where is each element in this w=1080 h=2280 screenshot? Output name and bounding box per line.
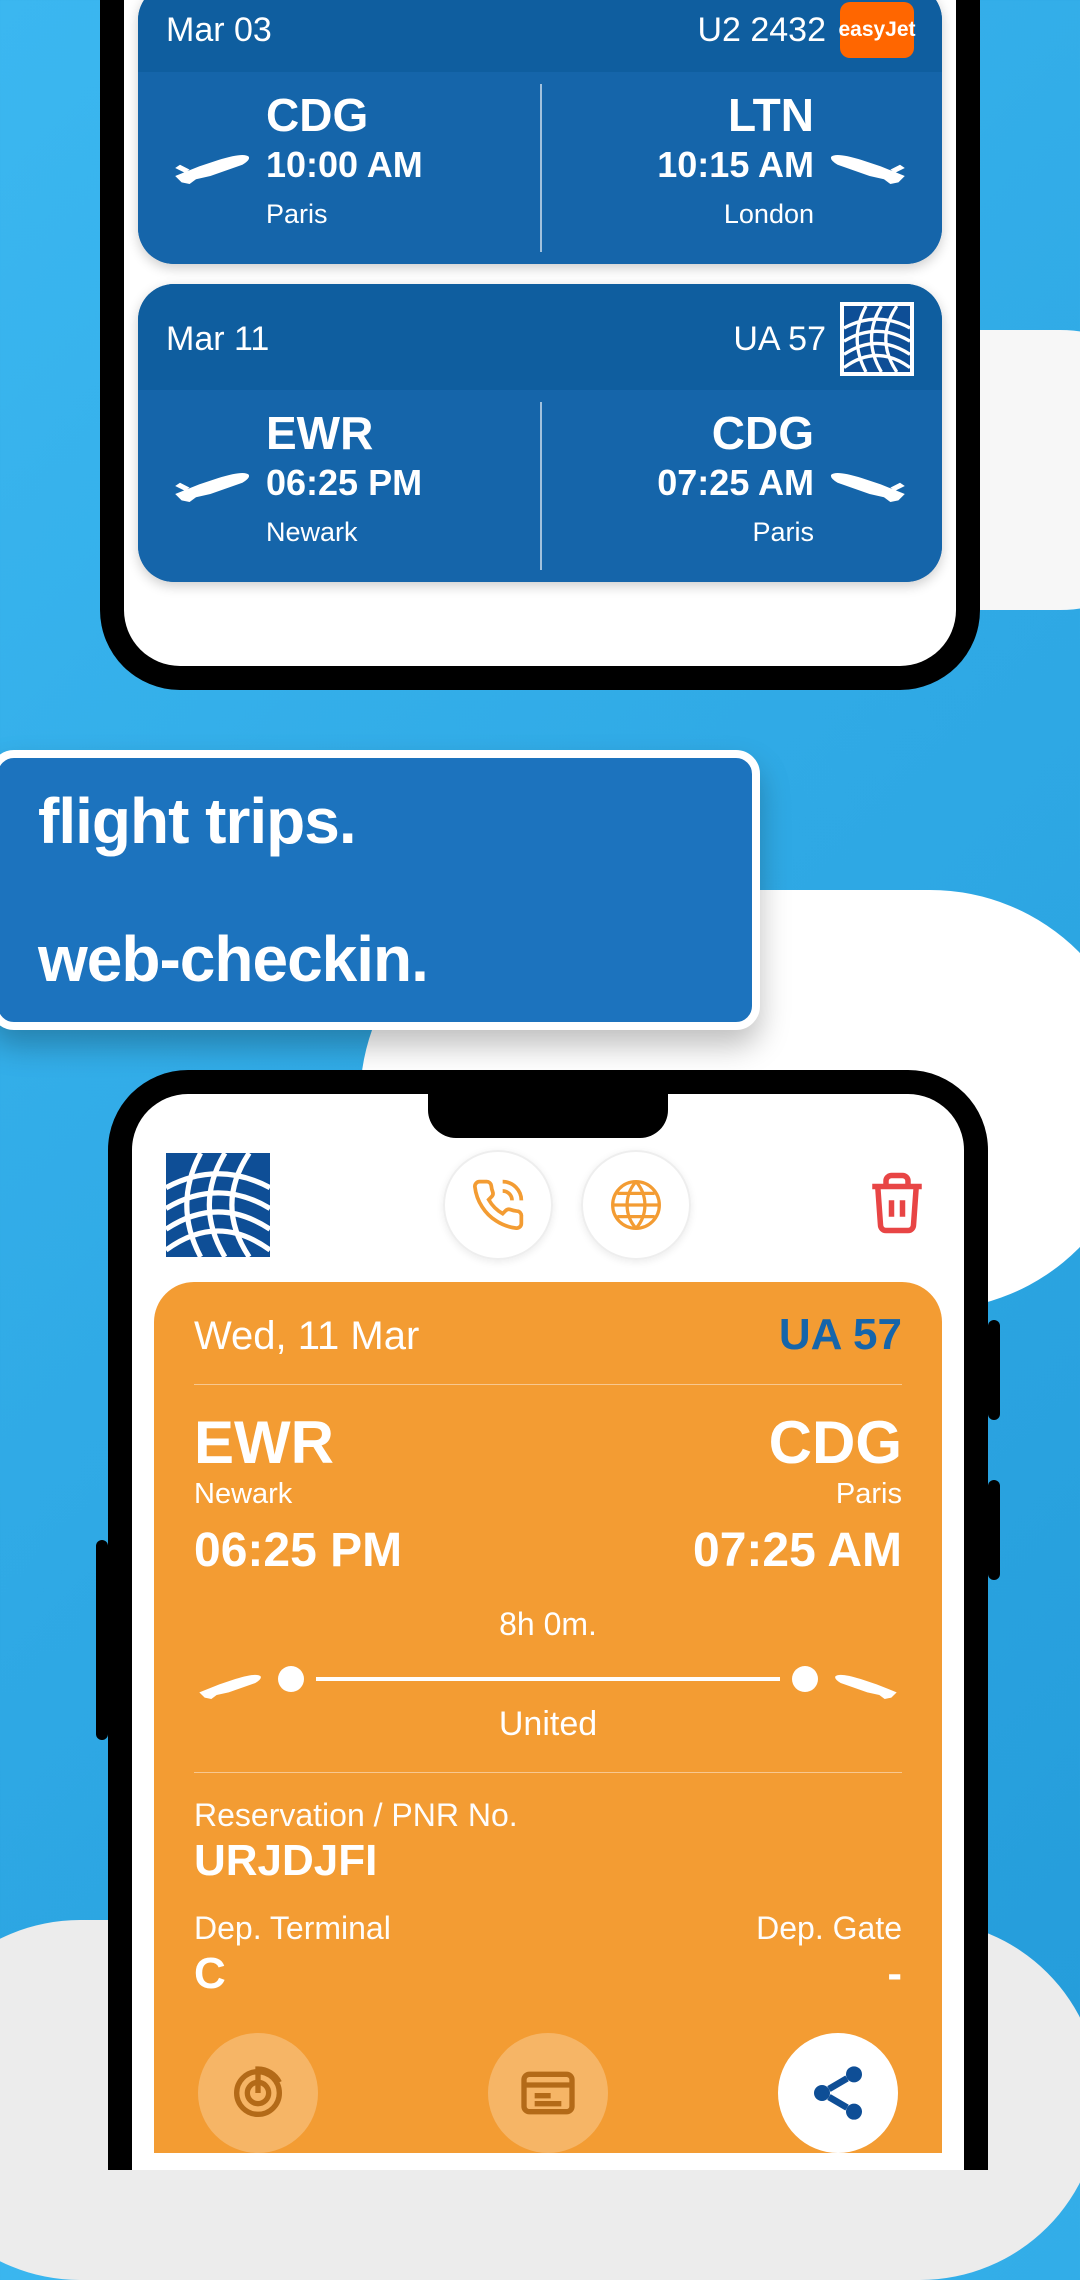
share-icon: [806, 2061, 870, 2125]
promo-line1: flight trips.: [38, 784, 712, 858]
dep-time: 10:00 AM: [266, 141, 423, 190]
radar-icon: [226, 2061, 290, 2125]
flight-list-screen: Mar 03 U2 2432 easyJet CDG 10:00 AM Pari…: [124, 0, 956, 666]
trash-icon: [864, 1166, 930, 1240]
plane-landing-icon: [828, 135, 908, 185]
pnr-label: Reservation / PNR No.: [194, 1797, 902, 1834]
arr-city: Paris: [657, 517, 814, 548]
call-button[interactable]: [443, 1150, 553, 1260]
web-button[interactable]: [581, 1150, 691, 1260]
radar-button[interactable]: [198, 2033, 318, 2153]
arr-code: CDG: [657, 408, 814, 459]
dep-gate-label: Dep. Gate: [756, 1910, 902, 1947]
phone-frame-bottom: Wed, 11 Mar UA 57 EWR Newark 06:25 PM CD…: [108, 1070, 988, 2170]
dep-city: Newark: [266, 517, 422, 548]
share-button[interactable]: [778, 2033, 898, 2153]
united-logo-icon: [166, 1153, 270, 1257]
phone-notch: [428, 1094, 668, 1138]
detail-dep-time: 06:25 PM: [194, 1523, 402, 1578]
plane-landing-icon: [828, 453, 908, 503]
arr-time: 07:25 AM: [657, 459, 814, 508]
boarding-pass-icon: [516, 2061, 580, 2125]
detail-flight-number: UA 57: [779, 1310, 902, 1360]
airline-name: United: [194, 1705, 902, 1773]
globe-icon: [608, 1177, 664, 1233]
detail-dep-city: Newark: [194, 1478, 402, 1511]
dep-gate-value: -: [756, 1949, 902, 1999]
promo-line2: web-checkin.: [38, 922, 712, 996]
detail-dep-code: EWR: [194, 1411, 402, 1474]
flight-detail-card: Wed, 11 Mar UA 57 EWR Newark 06:25 PM CD…: [154, 1282, 942, 2153]
dep-terminal-value: C: [194, 1949, 391, 1999]
flight-number: UA 57: [733, 320, 826, 359]
dep-city: Paris: [266, 199, 423, 230]
phone-frame-top: Mar 03 U2 2432 easyJet CDG 10:00 AM Pari…: [100, 0, 980, 690]
pnr-value: URJDJFI: [194, 1836, 902, 1886]
arr-code: LTN: [657, 90, 814, 141]
flight-detail-screen: Wed, 11 Mar UA 57 EWR Newark 06:25 PM CD…: [132, 1094, 964, 2170]
plane-takeoff-icon: [172, 135, 252, 185]
detail-date: Wed, 11 Mar: [194, 1314, 419, 1359]
flight-progress-track: [194, 1659, 902, 1699]
flight-date: Mar 03: [166, 11, 272, 50]
flight-number: U2 2432: [697, 11, 826, 50]
flight-card[interactable]: Mar 11 UA 57 EWR 06:25 PM Newark: [138, 284, 942, 582]
dep-terminal-label: Dep. Terminal: [194, 1910, 391, 1947]
detail-arr-city: Paris: [693, 1478, 902, 1511]
plane-takeoff-icon: [172, 453, 252, 503]
dep-time: 06:25 PM: [266, 459, 422, 508]
flight-duration: 8h 0m.: [194, 1606, 902, 1643]
arr-time: 10:15 AM: [657, 141, 814, 190]
plane-takeoff-icon: [194, 1659, 266, 1699]
plane-landing-icon: [830, 1659, 902, 1699]
arr-city: London: [657, 199, 814, 230]
boarding-pass-button[interactable]: [488, 2033, 608, 2153]
dep-code: CDG: [266, 90, 423, 141]
detail-arr-time: 07:25 AM: [693, 1523, 902, 1578]
promo-banner: flight trips. web-checkin.: [0, 750, 760, 1030]
united-logo-icon: [840, 302, 914, 376]
delete-button[interactable]: [864, 1166, 930, 1245]
flight-card[interactable]: Mar 03 U2 2432 easyJet CDG 10:00 AM Pari…: [138, 0, 942, 264]
flight-date: Mar 11: [166, 320, 269, 359]
easyjet-logo-icon: easyJet: [840, 2, 914, 58]
detail-toolbar: [132, 1138, 964, 1270]
dep-code: EWR: [266, 408, 422, 459]
phone-icon: [470, 1177, 526, 1233]
detail-arr-code: CDG: [693, 1411, 902, 1474]
